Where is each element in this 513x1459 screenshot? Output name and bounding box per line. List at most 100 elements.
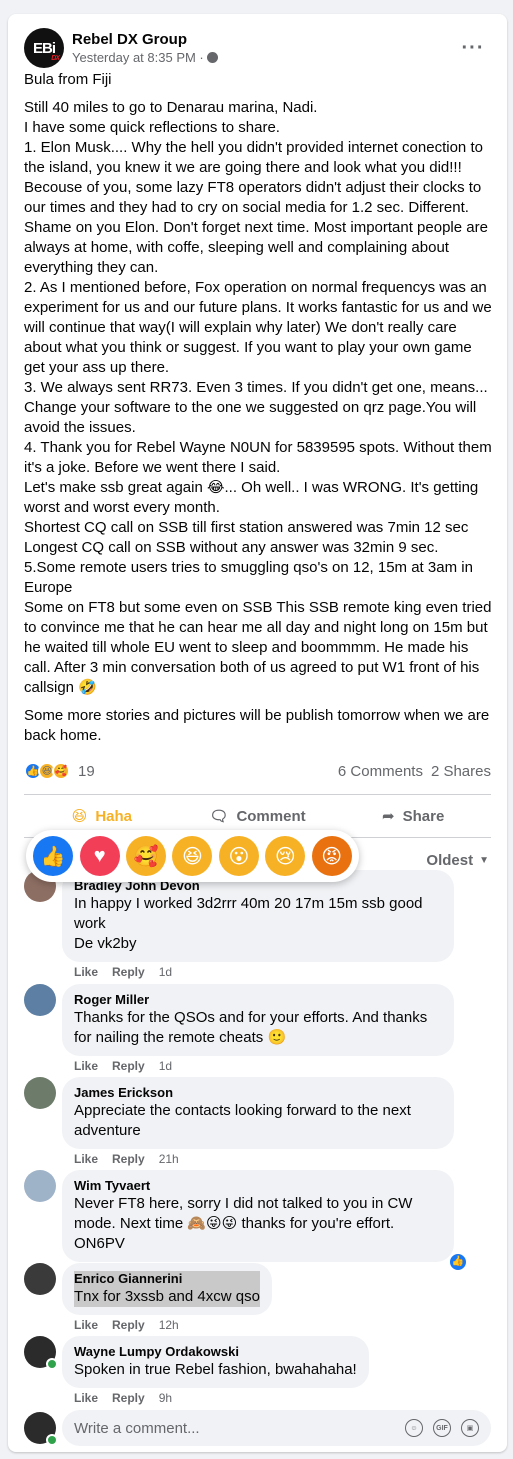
gif-icon[interactable]: GIF [433, 1419, 451, 1437]
post-meta: Rebel DX Group Yesterday at 8:35 PM · [72, 30, 455, 67]
comment-age[interactable]: 1d [159, 965, 172, 979]
shares-count[interactable]: 2 Shares [431, 763, 491, 780]
online-status-icon [46, 1358, 58, 1370]
emoji-icon[interactable]: ☺ [405, 1419, 423, 1437]
globe-icon [206, 52, 218, 63]
group-avatar[interactable]: EBi DX [24, 28, 64, 68]
angry-reaction-option-icon[interactable]: 😡 [311, 836, 352, 876]
comment-bubble: Enrico Giannerini Tnx for 3xssb and 4xcw… [62, 1263, 272, 1315]
comment-meta: Like Reply 1d [62, 965, 454, 979]
more-options-icon[interactable]: ··· [455, 30, 491, 66]
haha-reaction-option-icon[interactable]: 😆 [172, 836, 213, 876]
reply-link[interactable]: Reply [112, 965, 145, 979]
like-link[interactable]: Like [74, 1152, 98, 1166]
comment-content: James Erickson Appreciate the contacts l… [62, 1077, 454, 1166]
comment-content: Roger Miller Thanks for the QSOs and for… [62, 984, 454, 1073]
wow-reaction-option-icon[interactable]: 😮 [218, 836, 259, 876]
sticker-icon[interactable]: ▣ [461, 1419, 479, 1437]
comment-age[interactable]: 12h [159, 1318, 179, 1332]
comment-age[interactable]: 9h [159, 1391, 172, 1405]
comment-text: Never FT8 here, sorry I did not talked t… [74, 1195, 413, 1252]
reply-link[interactable]: Reply [112, 1318, 145, 1332]
love-reaction-option-icon[interactable]: ♥ [79, 836, 120, 876]
avatar[interactable] [24, 1263, 56, 1295]
haha-icon: 😆 [71, 808, 88, 825]
post-paragraph: Still 40 miles to go to Denarau marina, … [24, 99, 492, 696]
post-timestamp: Yesterday at 8:35 PM · [72, 49, 455, 67]
like-link[interactable]: Like [74, 1391, 98, 1405]
comment-author[interactable]: Enrico Giannerini [74, 1271, 260, 1287]
comment-meta: Like Reply 12h [62, 1318, 272, 1332]
avatar[interactable] [24, 1170, 56, 1202]
like-link[interactable]: Like [74, 1059, 98, 1073]
reaction-icons[interactable]: 👍 😆 🥰 [24, 762, 70, 780]
post-body: Bula from Fiji Still 40 miles to go to D… [24, 70, 494, 754]
comment-icon: 🗨 [209, 808, 229, 825]
post-stats: 👍 😆 🥰 19 6 Comments 2 Shares [24, 760, 491, 782]
comment-content: Bradley John Devon In happy I worked 3d2… [62, 870, 454, 979]
comment-age[interactable]: 21h [159, 1152, 179, 1166]
comment-bubble: Wayne Lumpy Ordakowski Spoken in true Re… [62, 1336, 369, 1388]
share-icon: ➦ [382, 808, 395, 825]
comment-item: Enrico Giannerini Tnx for 3xssb and 4xcw… [24, 1263, 491, 1332]
comment-text: Thanks for the QSOs and for your efforts… [74, 1009, 428, 1046]
care-reaction-icon: 🥰 [52, 762, 70, 780]
comment-meta: Like Reply 21h [62, 1152, 454, 1166]
post-paragraph: Some more stories and pictures will be p… [24, 707, 490, 744]
comment-author[interactable]: James Erickson [74, 1085, 442, 1101]
comment-text: In happy I worked 3d2rrr 40m 20 17m 15m … [74, 895, 423, 952]
reply-link[interactable]: Reply [112, 1059, 145, 1073]
comment-bubble: Bradley John Devon In happy I worked 3d2… [62, 870, 454, 962]
comment-composer: Write a comment... ☺ GIF ▣ [24, 1410, 491, 1446]
comment-meta: Like Reply 1d [62, 1059, 454, 1073]
like-link[interactable]: Like [74, 965, 98, 979]
share-button[interactable]: ➦ Share [335, 795, 491, 837]
caret-down-icon: ▼ [479, 855, 489, 866]
comment-bubble: Roger Miller Thanks for the QSOs and for… [62, 984, 454, 1056]
reply-link[interactable]: Reply [112, 1152, 145, 1166]
comment-item: Bradley John Devon In happy I worked 3d2… [24, 870, 491, 979]
like-reaction-option-icon[interactable]: 👍 [33, 836, 74, 876]
sort-label: Oldest [426, 852, 474, 869]
comments-count[interactable]: 6 Comments [338, 763, 423, 780]
comment-text: Spoken in true Rebel fashion, bwahahaha! [74, 1361, 357, 1378]
comment-author[interactable]: Roger Miller [74, 992, 442, 1008]
share-label: Share [402, 807, 445, 825]
comment-text: Tnx for 3xssb and 4xcw qso [74, 1287, 260, 1307]
reaction-picker: 👍 ♥ 🥰 😆 😮 😢 😡 [26, 830, 359, 882]
reaction-count[interactable]: 19 [78, 763, 95, 780]
comment-bubble: James Erickson Appreciate the contacts l… [62, 1077, 454, 1149]
logo-dx: DX [51, 55, 60, 62]
comment-age[interactable]: 1d [159, 1059, 172, 1073]
like-link[interactable]: Like [74, 1318, 98, 1332]
avatar[interactable] [24, 984, 56, 1016]
comment-input[interactable]: Write a comment... ☺ GIF ▣ [62, 1410, 491, 1446]
comment-text: Appreciate the contacts looking forward … [74, 1102, 411, 1139]
group-name[interactable]: Rebel DX Group [72, 30, 455, 49]
stats-right: 6 Comments 2 Shares [338, 763, 491, 780]
avatar[interactable] [24, 1336, 58, 1370]
post-paragraph: Bula from Fiji [24, 71, 112, 88]
avatar[interactable] [24, 1077, 56, 1109]
composer-icons: ☺ GIF ▣ [405, 1419, 479, 1437]
comment-item: James Erickson Appreciate the contacts l… [24, 1077, 491, 1166]
current-user-avatar[interactable] [24, 1412, 58, 1446]
sort-dropdown[interactable]: Oldest ▼ [426, 852, 489, 869]
comment-content: Enrico Giannerini Tnx for 3xssb and 4xcw… [62, 1263, 272, 1332]
comment-item: Roger Miller Thanks for the QSOs and for… [24, 984, 491, 1073]
comment-content: Wayne Lumpy Ordakowski Spoken in true Re… [62, 1336, 369, 1405]
comment-author[interactable]: Wim Tyvaert [74, 1178, 442, 1194]
haha-label: Haha [95, 807, 132, 825]
care-reaction-option-icon[interactable]: 🥰 [126, 836, 167, 876]
post-header: EBi DX Rebel DX Group Yesterday at 8:35 … [24, 26, 491, 70]
comment-meta: Like Reply 9h [62, 1391, 369, 1405]
comment-item: Wayne Lumpy Ordakowski Spoken in true Re… [24, 1336, 491, 1405]
post-time[interactable]: Yesterday at 8:35 PM · [72, 49, 204, 67]
comment-author[interactable]: Wayne Lumpy Ordakowski [74, 1344, 357, 1360]
online-status-icon [46, 1434, 58, 1446]
logo-text: EBi [32, 39, 56, 57]
sad-reaction-option-icon[interactable]: 😢 [265, 836, 306, 876]
post-card: EBi DX Rebel DX Group Yesterday at 8:35 … [8, 14, 507, 1452]
comment-label: Comment [236, 807, 306, 825]
reply-link[interactable]: Reply [112, 1391, 145, 1405]
